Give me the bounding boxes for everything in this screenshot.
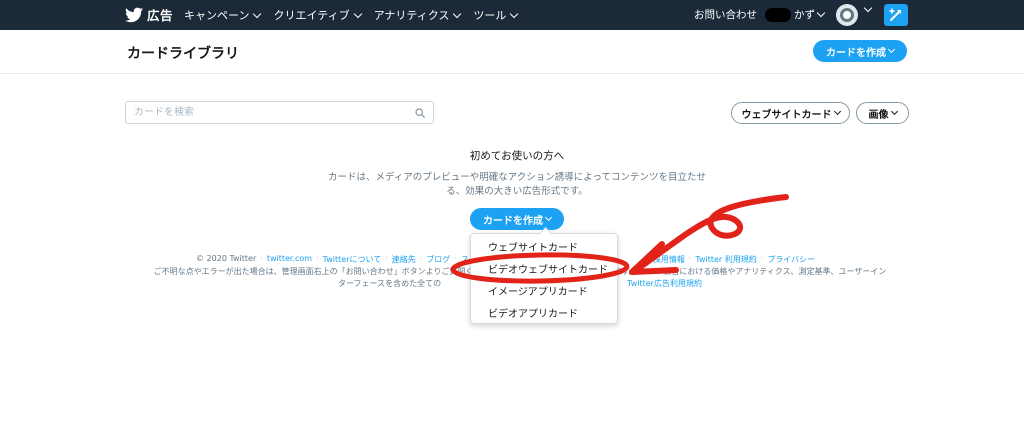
chevron-down-icon — [453, 9, 462, 18]
footer-notice-line1-start: ご不明な点やエラーが出た場合は、管理画面右上の「お問い合わせ」ボタンよりご質問く… — [153, 267, 490, 276]
top-nav: 広告 キャンペーン クリエイティブ アナリティクス ツール お問い合わせ かず — [0, 0, 1024, 30]
nav-item-label: ツール — [473, 9, 507, 22]
footer-separator: · — [385, 254, 388, 263]
footer-link-contact[interactable]: 連絡先 — [392, 254, 416, 265]
brand[interactable]: 広告 — [125, 5, 173, 24]
account-name: かず — [794, 9, 815, 21]
create-card-dropdown: ウェブサイトカード ビデオウェブサイトカード イメージアプリカード ビデオアプリ… — [470, 227, 618, 324]
nav-item-label: アナリティクス — [373, 9, 450, 22]
card-type-filter[interactable]: ウェブサイトカード — [731, 102, 850, 124]
footer-separator: · — [316, 254, 319, 263]
empty-state-create-label: カードを作成 — [483, 215, 543, 227]
search-box — [125, 101, 434, 124]
chevron-down-icon — [510, 9, 519, 18]
create-card-button[interactable]: カードを作成 — [813, 40, 907, 62]
compose-quill-icon — [889, 8, 901, 21]
help-link[interactable]: お問い合わせ — [694, 7, 757, 22]
create-card-label: カードを作成 — [826, 47, 886, 59]
nav-item-label: クリエイティブ — [273, 9, 350, 22]
nav-right: お問い合わせ かず — [694, 7, 826, 22]
empty-state-create-card-button[interactable]: カードを作成 — [470, 208, 564, 230]
chevron-down-icon — [833, 107, 841, 116]
chevron-down-icon — [353, 9, 362, 18]
chevron-down-icon — [887, 45, 896, 54]
compose-tweet-button[interactable] — [884, 4, 908, 26]
nav-tools[interactable]: ツール — [473, 7, 519, 23]
nav-campaigns[interactable]: キャンペーン — [184, 7, 262, 23]
footer-link-terms[interactable]: Twitter 利用規約 — [695, 254, 756, 265]
account-switcher[interactable]: かず — [794, 7, 826, 22]
search-input[interactable] — [134, 105, 404, 120]
footer-link-partial[interactable]: ス — [461, 254, 469, 265]
redacted-account — [765, 7, 791, 22]
footer-notice-line1-end: ます。Twitter広告における価格やアナリティクス、測定基準、ユーザーイン — [613, 267, 887, 276]
dropdown-item-website-card[interactable]: ウェブサイトカード — [471, 235, 617, 257]
footer-separator: · — [688, 254, 692, 263]
chevron-down-icon — [816, 8, 826, 18]
avatar[interactable] — [836, 4, 858, 26]
footer-separator: · — [454, 254, 457, 263]
main-menu: キャンペーン クリエイティブ アナリティクス ツール — [184, 7, 519, 23]
footer-link-ads-terms[interactable]: Twitter広告利用規約 — [627, 279, 702, 288]
page-title: カードライブラリ — [127, 46, 239, 62]
card-type-filter-label: ウェブサイトカード — [741, 109, 832, 121]
twitter-bird-icon — [125, 7, 143, 22]
chevron-down-icon — [890, 107, 898, 116]
footer-separator: · — [260, 254, 263, 263]
nav-analytics[interactable]: アナリティクス — [373, 7, 462, 23]
media-format-filter[interactable]: 画像 — [856, 102, 909, 124]
nav-item-label: キャンペーン — [184, 9, 250, 22]
dropdown-item-video-app-card[interactable]: ビデオアプリカード — [471, 301, 617, 323]
footer-link-privacy[interactable]: プライバシー — [767, 254, 815, 265]
media-format-filter-label: 画像 — [868, 109, 889, 121]
dropdown-item-video-website-card[interactable]: ビデオウェブサイトカード — [471, 257, 617, 279]
footer-link-twitter-com[interactable]: twitter.com — [267, 254, 312, 265]
footer-link-about[interactable]: Twitterについて — [323, 254, 382, 265]
page-header: カードライブラリ カードを作成 — [0, 30, 1024, 74]
dropdown-item-image-app-card[interactable]: イメージアプリカード — [471, 279, 617, 301]
footer-copyright: © 2020 Twitter — [196, 254, 257, 263]
brand-label: 広告 — [147, 8, 174, 23]
footer-separator: · — [419, 254, 423, 263]
chevron-down-icon — [253, 9, 262, 18]
empty-state-description: カードは、メディアのプレビューや明確なアクション誘導によってコンテンツを目立たせ… — [327, 172, 707, 197]
footer-separator: · — [760, 254, 764, 263]
search-icon[interactable] — [415, 108, 425, 118]
footer-notice-line2-start: ターフェースを含めた全ての — [338, 279, 442, 288]
chevron-down-icon[interactable] — [863, 3, 873, 13]
user-icon — [840, 8, 854, 22]
empty-state-title: 初めてお使いの方へ — [469, 150, 565, 162]
footer-link-careers[interactable]: 採用情報 — [653, 254, 685, 265]
footer-link-blog[interactable]: ブログ — [426, 254, 450, 265]
chevron-down-icon — [544, 213, 553, 222]
nav-creatives[interactable]: クリエイティブ — [273, 7, 362, 23]
